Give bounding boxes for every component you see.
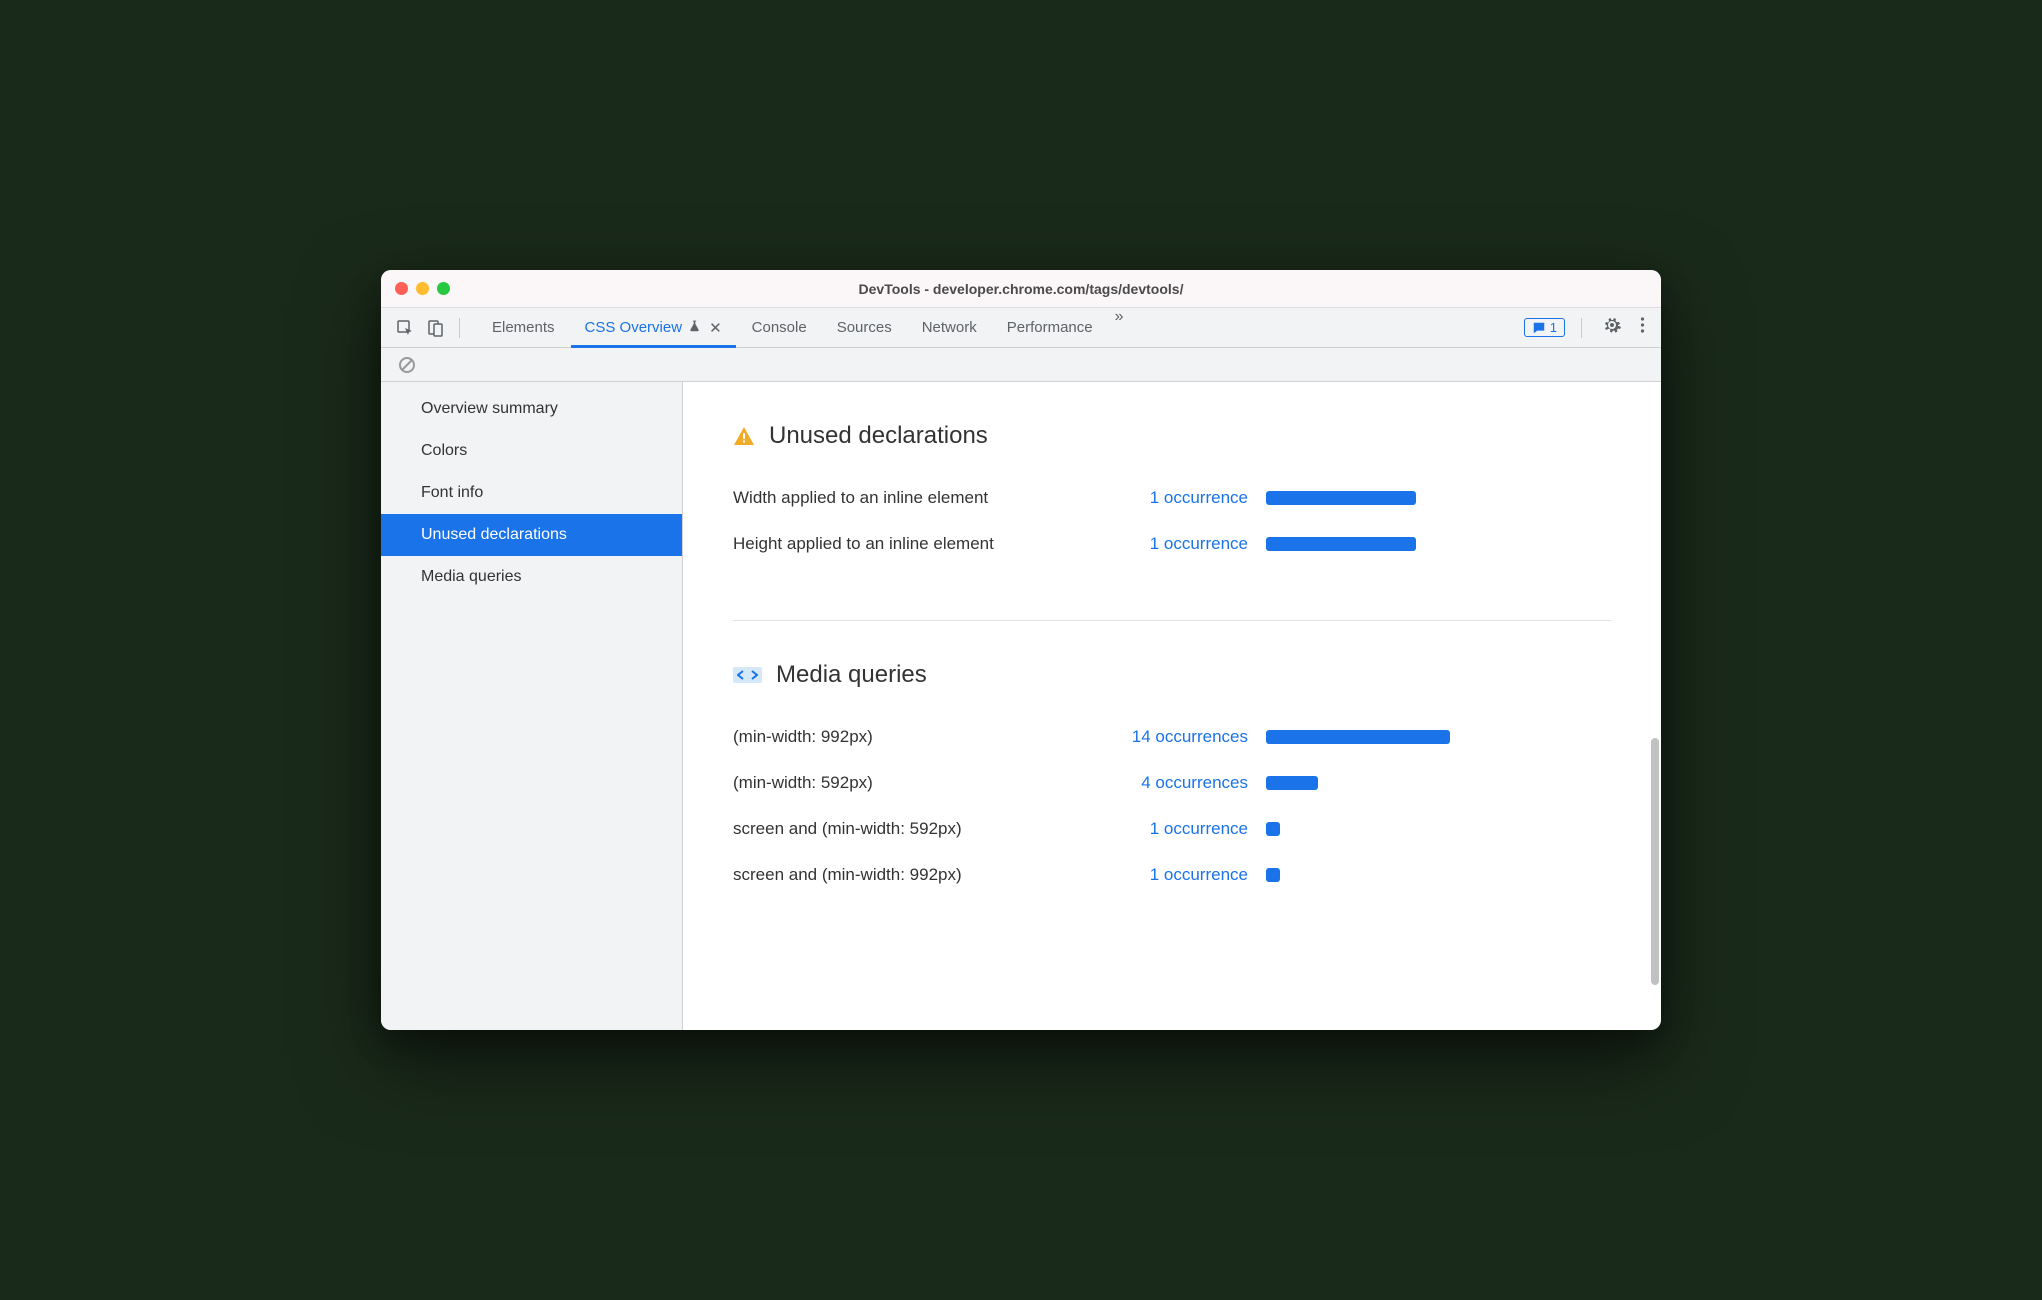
section-unused-declarations: Unused declarations Width applied to an … <box>733 422 1611 621</box>
sidebar-item-label: Media queries <box>421 568 522 585</box>
declaration-label: Height applied to an inline element <box>733 534 1093 554</box>
occurrence-link[interactable]: 4 occurrences <box>1093 773 1248 793</box>
devtools-window: DevTools - developer.chrome.com/tags/dev… <box>381 270 1661 1030</box>
occurrence-link[interactable]: 1 occurrence <box>1093 819 1248 839</box>
occurrence-bar <box>1266 730 1450 744</box>
occurrence-bar <box>1266 822 1280 836</box>
sidebar-item-overview-summary[interactable]: Overview summary <box>381 388 682 430</box>
occurrence-link[interactable]: 1 occurrence <box>1093 488 1248 508</box>
tab-label: Network <box>922 319 977 336</box>
sidebar-item-colors[interactable]: Colors <box>381 430 682 472</box>
sidebar-item-label: Font info <box>421 484 483 501</box>
main-panel: Unused declarations Width applied to an … <box>683 382 1661 1030</box>
media-query-row: (min-width: 992px) 14 occurrences <box>733 727 1611 747</box>
inspect-element-icon[interactable] <box>393 316 417 340</box>
bar-wrap <box>1266 868 1466 882</box>
media-query-label: screen and (min-width: 592px) <box>733 819 1093 839</box>
device-toggle-icon[interactable] <box>423 316 447 340</box>
scrollbar-thumb[interactable] <box>1651 738 1659 984</box>
occurrence-bar <box>1266 776 1318 790</box>
occurrence-link[interactable]: 1 occurrence <box>1093 534 1248 554</box>
bar-wrap <box>1266 537 1466 551</box>
sidebar-item-unused-declarations[interactable]: Unused declarations <box>381 514 682 556</box>
media-query-icon <box>733 667 762 683</box>
scrollbar[interactable] <box>1649 382 1659 1030</box>
declaration-label: Width applied to an inline element <box>733 488 1093 508</box>
media-query-row: (min-width: 592px) 4 occurrences <box>733 773 1611 793</box>
section-header: Media queries <box>733 661 1611 689</box>
declaration-row: Width applied to an inline element 1 occ… <box>733 488 1611 508</box>
clear-icon[interactable] <box>395 353 419 377</box>
messages-badge[interactable]: 1 <box>1524 318 1565 337</box>
settings-icon[interactable] <box>1598 315 1626 340</box>
sidebar-item-label: Unused declarations <box>421 526 567 543</box>
maximize-window-button[interactable] <box>437 282 450 295</box>
bar-wrap <box>1266 730 1466 744</box>
window-title: DevTools - developer.chrome.com/tags/dev… <box>381 281 1661 297</box>
experimental-icon <box>688 319 701 336</box>
more-options-icon[interactable] <box>1636 316 1649 339</box>
toolbar-divider <box>459 318 460 338</box>
close-tab-icon[interactable]: ✕ <box>709 319 722 337</box>
toolbar-divider <box>1581 318 1582 338</box>
bar-wrap <box>1266 491 1466 505</box>
sidebar-item-label: Colors <box>421 442 467 459</box>
declaration-row: Height applied to an inline element 1 oc… <box>733 534 1611 554</box>
section-media-queries: Media queries (min-width: 992px) 14 occu… <box>733 661 1611 951</box>
section-title: Unused declarations <box>769 422 988 450</box>
occurrence-bar <box>1266 537 1416 551</box>
main-toolbar: Elements CSS Overview ✕ Console Sources … <box>381 308 1661 348</box>
panel-tabs: Elements CSS Overview ✕ Console Sources … <box>478 308 1518 347</box>
toolbar-right: 1 <box>1524 315 1649 340</box>
tab-label: Elements <box>492 319 555 336</box>
section-header: Unused declarations <box>733 422 1611 450</box>
tab-label: Console <box>752 319 807 336</box>
tab-label: Performance <box>1007 319 1093 336</box>
tab-sources[interactable]: Sources <box>823 308 906 347</box>
media-query-label: screen and (min-width: 992px) <box>733 865 1093 885</box>
occurrence-bar <box>1266 868 1280 882</box>
sidebar: Overview summary Colors Font info Unused… <box>381 382 683 1030</box>
warning-icon <box>733 425 755 447</box>
sidebar-item-font-info[interactable]: Font info <box>381 472 682 514</box>
more-tabs-icon[interactable]: » <box>1109 308 1130 347</box>
close-window-button[interactable] <box>395 282 408 295</box>
media-query-label: (min-width: 592px) <box>733 773 1093 793</box>
sub-toolbar <box>381 348 1661 382</box>
titlebar: DevTools - developer.chrome.com/tags/dev… <box>381 270 1661 308</box>
tab-network[interactable]: Network <box>908 308 991 347</box>
messages-count: 1 <box>1550 320 1557 335</box>
message-icon <box>1532 321 1546 335</box>
tab-label: Sources <box>837 319 892 336</box>
tab-performance[interactable]: Performance <box>993 308 1107 347</box>
bar-wrap <box>1266 822 1466 836</box>
tab-label: CSS Overview <box>585 319 683 336</box>
occurrence-link[interactable]: 14 occurrences <box>1093 727 1248 747</box>
bar-wrap <box>1266 776 1466 790</box>
sidebar-item-media-queries[interactable]: Media queries <box>381 556 682 598</box>
occurrence-bar <box>1266 491 1416 505</box>
content-area: Overview summary Colors Font info Unused… <box>381 382 1661 1030</box>
media-query-row: screen and (min-width: 592px) 1 occurren… <box>733 819 1611 839</box>
sidebar-item-label: Overview summary <box>421 400 558 417</box>
traffic-lights <box>395 282 450 295</box>
tab-console[interactable]: Console <box>738 308 821 347</box>
tab-elements[interactable]: Elements <box>478 308 569 347</box>
minimize-window-button[interactable] <box>416 282 429 295</box>
section-title: Media queries <box>776 661 927 689</box>
tab-css-overview[interactable]: CSS Overview ✕ <box>571 308 736 347</box>
media-query-label: (min-width: 992px) <box>733 727 1093 747</box>
occurrence-link[interactable]: 1 occurrence <box>1093 865 1248 885</box>
media-query-row: screen and (min-width: 992px) 1 occurren… <box>733 865 1611 885</box>
